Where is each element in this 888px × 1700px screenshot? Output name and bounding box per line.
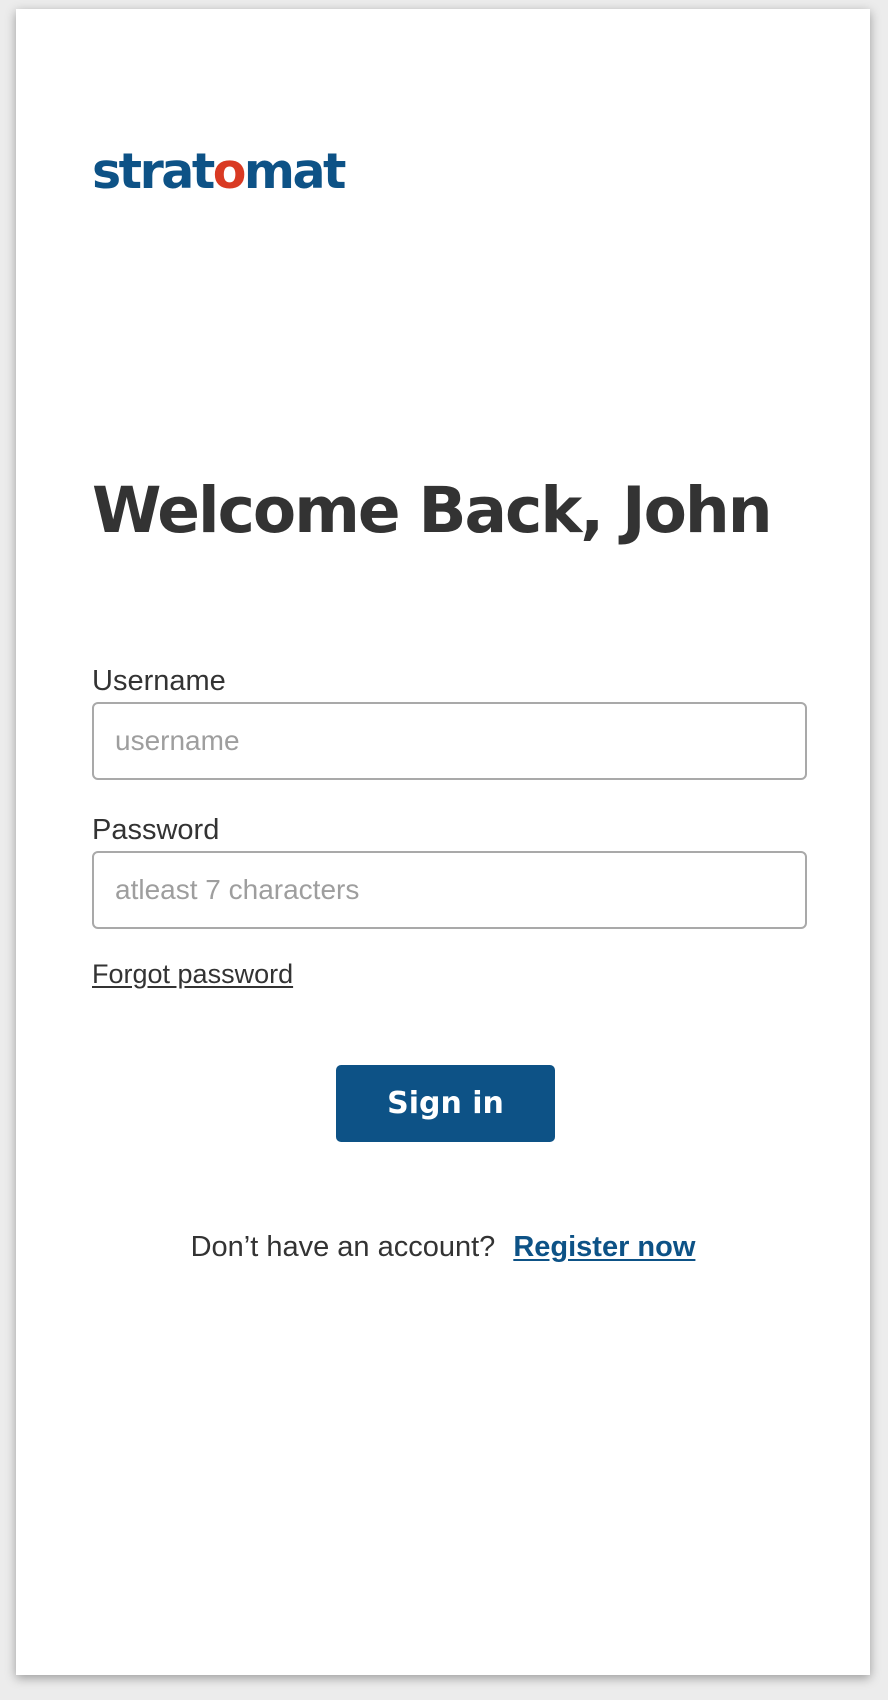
username-label: Username	[92, 665, 226, 697]
page-title: Welcome Back, John	[92, 474, 773, 547]
logo-text-start: strat	[92, 143, 215, 200]
logo-o-mark: o	[212, 143, 247, 200]
username-input[interactable]	[92, 702, 807, 780]
sign-in-button[interactable]: Sign in	[336, 1065, 555, 1142]
stratomat-logo: stratomat	[92, 147, 346, 196]
forgot-password-link[interactable]: Forgot password	[92, 961, 293, 988]
logo-text-end: mat	[243, 143, 347, 200]
password-label: Password	[92, 814, 220, 846]
login-card: stratomat Welcome Back, John Username Pa…	[16, 9, 870, 1675]
password-input[interactable]	[92, 851, 807, 929]
register-prompt: Don’t have an account?	[190, 1231, 496, 1263]
register-now-link[interactable]: Register now	[513, 1231, 695, 1263]
register-row: Don’t have an account? Register now	[16, 1233, 870, 1262]
